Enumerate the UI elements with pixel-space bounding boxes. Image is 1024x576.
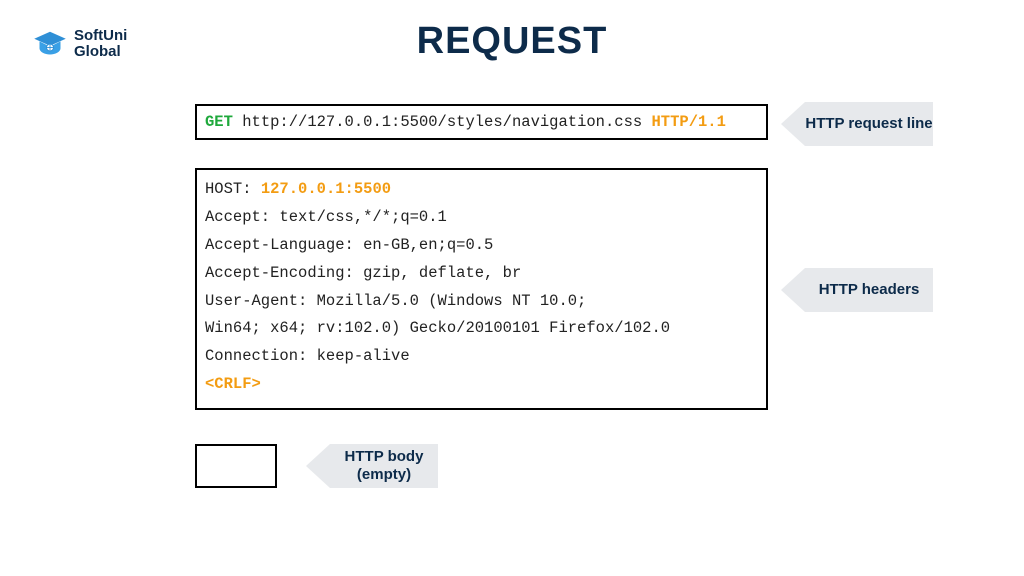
header-line: Connection: keep-alive [205,343,758,371]
label-body: HTTP body (empty) [330,444,438,488]
header-line: Accept-Encoding: gzip, deflate, br [205,260,758,288]
http-request-line-box: GET http://127.0.0.1:5500/styles/navigat… [195,104,768,140]
page-title: REQUEST [0,20,1024,63]
header-host-label: HOST: [205,180,252,198]
arrow-left-icon [306,444,330,488]
header-line: Win64; x64; rv:102.0) Gecko/20100101 Fir… [205,315,758,343]
http-headers-box: HOST: 127.0.0.1:5500 Accept: text/css,*/… [195,168,768,410]
arrow-left-icon [781,102,805,146]
header-host-line: HOST: 127.0.0.1:5500 [205,176,758,204]
http-url: http://127.0.0.1:5500/styles/navigation.… [242,113,642,131]
http-body-box [195,444,277,488]
label-headers: HTTP headers [805,268,933,312]
http-method: GET [205,113,233,131]
label-request-line: HTTP request line [805,102,933,146]
header-line: Accept: text/css,*/*;q=0.1 [205,204,758,232]
crlf-marker: <CRLF> [205,371,758,399]
header-line: User-Agent: Mozilla/5.0 (Windows NT 10.0… [205,288,758,316]
http-version: HTTP/1.1 [652,113,726,131]
header-host-value: 127.0.0.1:5500 [261,180,391,198]
arrow-left-icon [781,268,805,312]
header-line: Accept-Language: en-GB,en;q=0.5 [205,232,758,260]
